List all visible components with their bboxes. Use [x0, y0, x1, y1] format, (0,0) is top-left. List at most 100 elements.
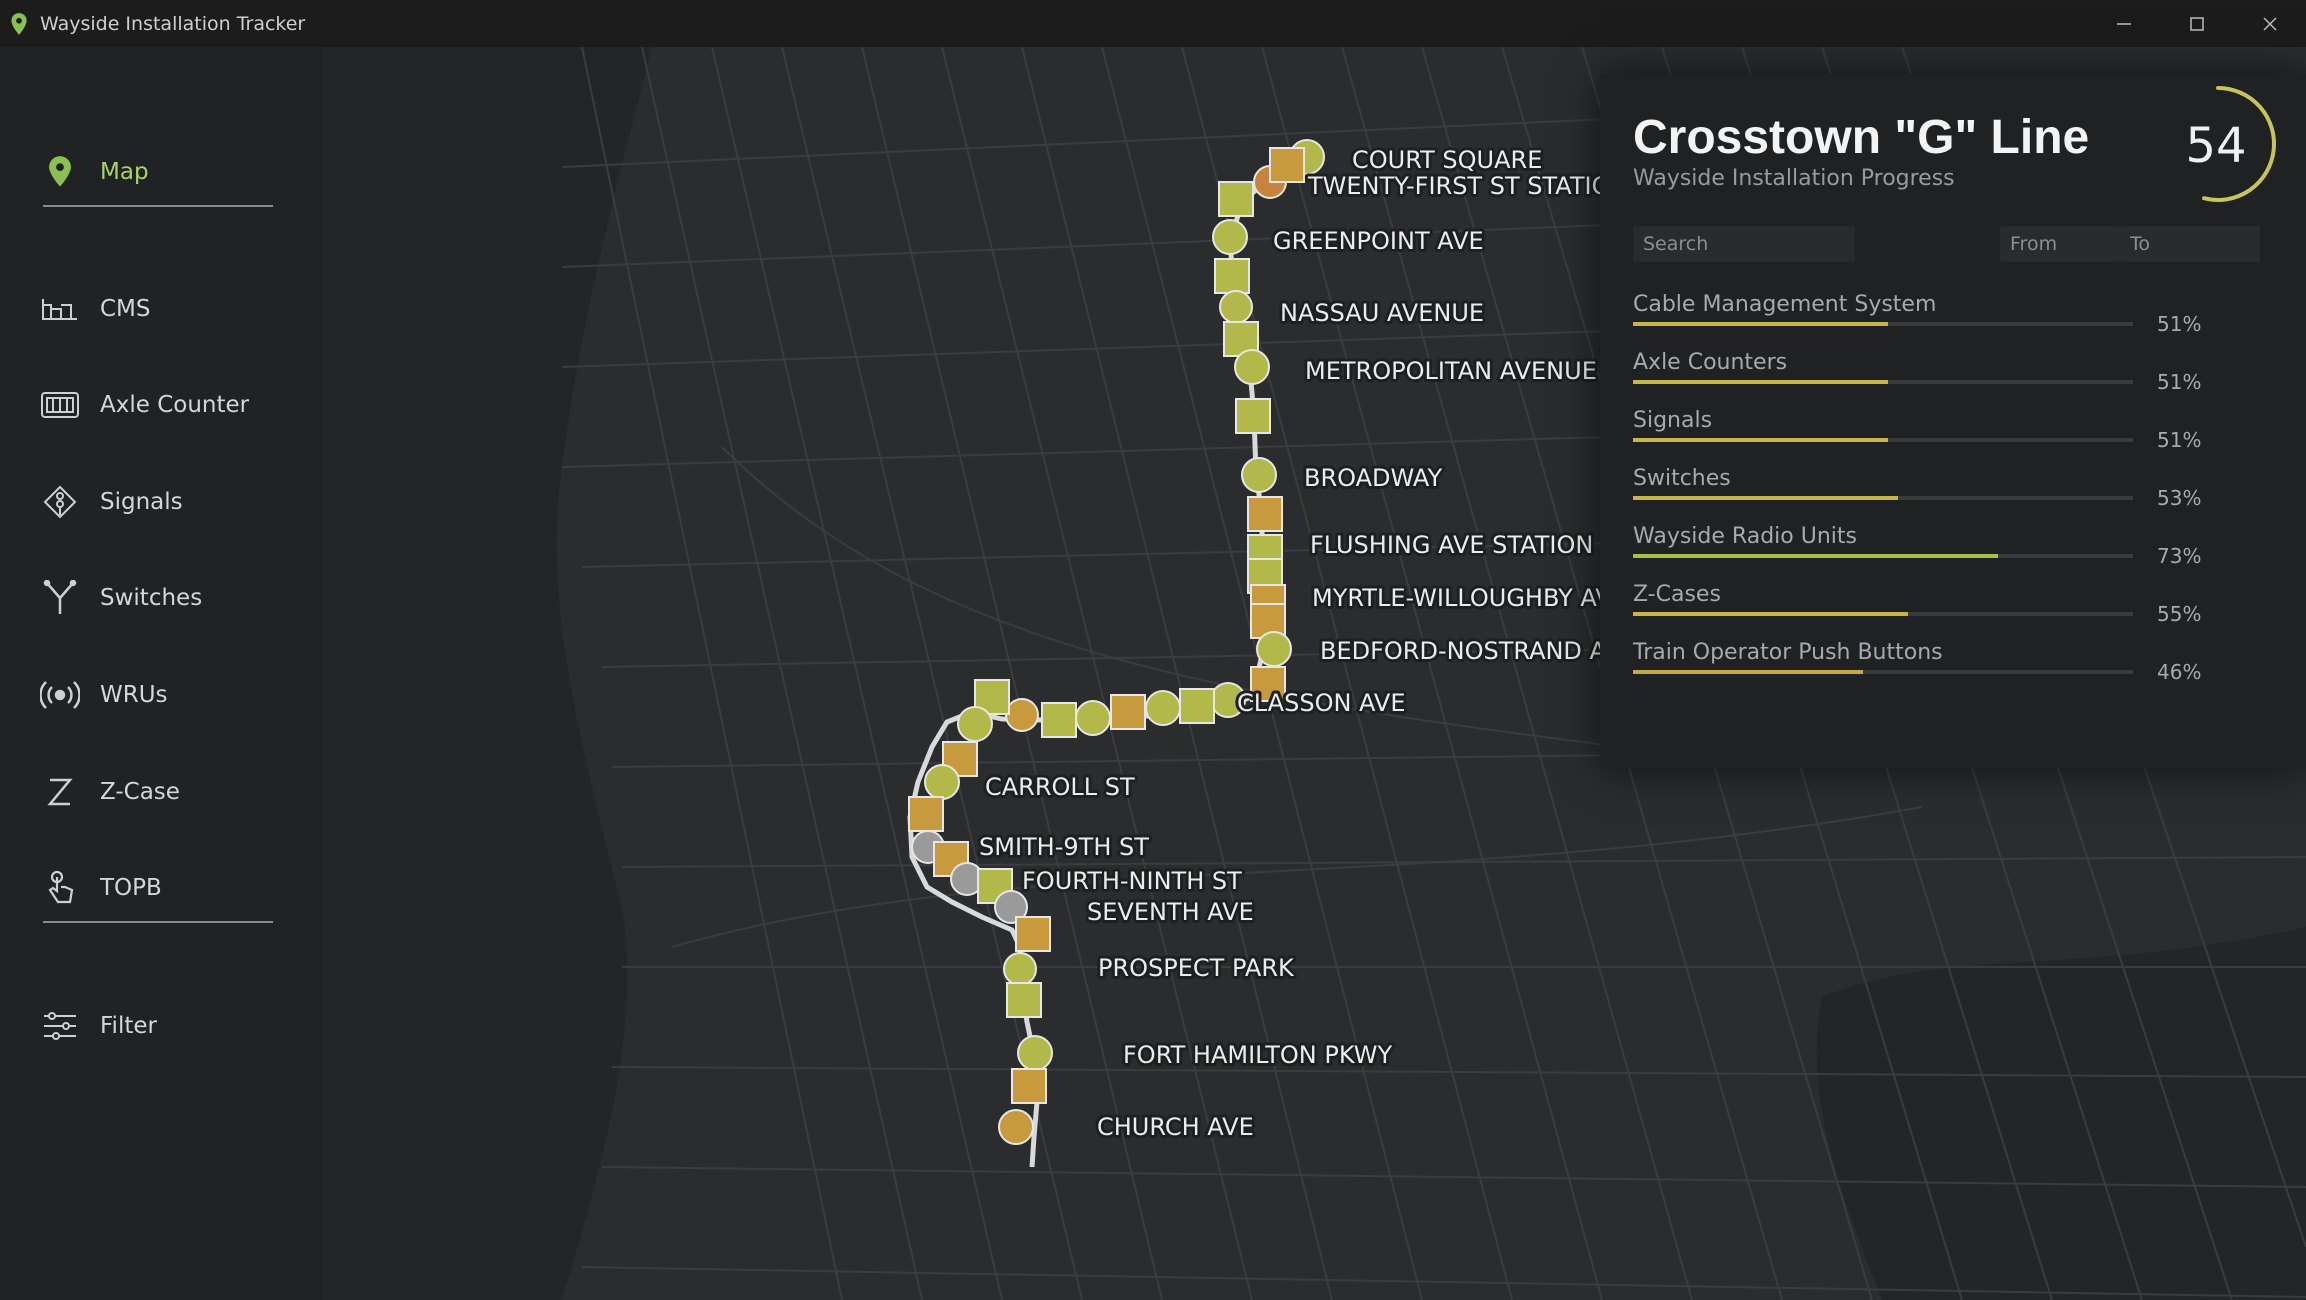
marker-circle[interactable] — [1145, 690, 1181, 726]
signal-icon — [38, 480, 82, 524]
marker-circle[interactable] — [1256, 631, 1292, 667]
marker-square[interactable] — [1218, 181, 1254, 217]
station-label[interactable]: FOURTH-NINTH ST — [1019, 864, 1245, 898]
station-label[interactable]: CHURCH AVE — [1094, 1110, 1257, 1144]
progress-bar-fill — [1633, 670, 1863, 674]
progress-percent: 73% — [2157, 544, 2202, 568]
station-label[interactable]: TWENTY-FIRST ST STATION — [1304, 169, 1631, 203]
progress-label: Train Operator Push Buttons — [1633, 640, 1943, 665]
station-label[interactable]: SEVENTH AVE — [1084, 895, 1257, 929]
marker-square[interactable] — [1110, 694, 1146, 730]
title-bar: Wayside Installation Tracker — [0, 0, 2306, 47]
station-label[interactable]: BEDFORD-NOSTRAND AVE — [1317, 634, 1639, 668]
marker-square[interactable] — [1015, 916, 1051, 952]
water-area — [1816, 927, 2306, 1300]
progress-track — [1633, 612, 2133, 616]
progress-row-topb[interactable]: Train Operator Push Buttons 46% — [1633, 640, 2273, 698]
close-button[interactable] — [2233, 0, 2306, 47]
sidebar-item-map[interactable]: Map — [38, 147, 298, 197]
sidebar-item-label: Map — [100, 159, 149, 185]
search-input[interactable] — [1633, 226, 1855, 262]
station-label[interactable]: CARROLL ST — [982, 770, 1138, 804]
marker-circle[interactable] — [1212, 219, 1248, 255]
marker-square[interactable] — [1214, 258, 1250, 294]
station-label[interactable]: METROPOLITAN AVENUE — [1302, 354, 1600, 388]
sidebar-item-label: Z-Case — [100, 779, 180, 805]
progress-row-wayside-radio-units[interactable]: Wayside Radio Units 73% — [1633, 524, 2273, 582]
station-label[interactable]: PROSPECT PARK — [1095, 951, 1298, 985]
marker-circle[interactable] — [998, 1109, 1034, 1145]
station-label[interactable]: NASSAU AVENUE — [1277, 296, 1487, 330]
progress-row-signals[interactable]: Signals 51% — [1633, 408, 2273, 466]
from-date-input[interactable] — [2000, 226, 2120, 262]
marker-circle[interactable] — [1003, 952, 1037, 986]
maximize-icon — [2189, 16, 2204, 31]
marker-circle[interactable] — [1075, 700, 1111, 736]
sidebar-item-switches[interactable]: Switches — [38, 573, 298, 623]
marker-square[interactable] — [908, 796, 944, 832]
marker-square[interactable] — [1269, 147, 1305, 183]
sidebar-item-signals[interactable]: Signals — [38, 477, 298, 527]
station-labels: COURT SQUARE TWENTY-FIRST ST STATION GRE… — [976, 143, 1639, 1144]
progress-percent: 53% — [2157, 486, 2202, 510]
window-title: Wayside Installation Tracker — [40, 12, 306, 35]
station-label[interactable]: COURT SQUARE — [1349, 143, 1545, 177]
sidebar-item-wrus[interactable]: WRUs — [38, 670, 298, 720]
sidebar-item-label: TOPB — [100, 875, 162, 901]
station-label[interactable]: SMITH-9TH ST — [976, 830, 1152, 864]
marker-square[interactable] — [1006, 982, 1042, 1018]
progress-bar-fill — [1633, 612, 1908, 616]
progress-row-switches[interactable]: Switches 53% — [1633, 466, 2273, 524]
sidebar-item-filter[interactable]: Filter — [38, 1001, 298, 1051]
station-label[interactable]: CLASSON AVE — [1234, 686, 1409, 720]
marker-square[interactable] — [1179, 688, 1215, 724]
sidebar-item-z-case[interactable]: Z-Case — [38, 767, 298, 817]
marker-circle[interactable] — [957, 706, 993, 742]
marker-circle[interactable] — [1234, 349, 1270, 385]
progress-row-axle-counters[interactable]: Axle Counters 51% — [1633, 350, 2273, 408]
marker-circle[interactable] — [924, 764, 960, 800]
minimize-button[interactable] — [2087, 0, 2160, 47]
progress-percent: 51% — [2157, 312, 2202, 336]
route-markers — [908, 139, 1325, 1145]
sidebar-item-label: Signals — [100, 489, 183, 515]
progress-row-cms[interactable]: Cable Management System 51% — [1633, 292, 2273, 350]
filter-sliders-icon — [38, 1004, 82, 1048]
water-area — [322, 47, 652, 1300]
marker-circle[interactable] — [1241, 457, 1277, 493]
progress-panel: Crosstown "G" Line Wayside Installation … — [1600, 74, 2306, 768]
marker-circle[interactable] — [1005, 698, 1039, 732]
progress-percent: 55% — [2157, 602, 2202, 626]
progress-row-z-cases[interactable]: Z-Cases 55% — [1633, 582, 2273, 640]
sidebar-item-topb[interactable]: TOPB — [38, 863, 298, 913]
progress-track — [1633, 438, 2133, 442]
marker-square[interactable] — [1011, 1068, 1047, 1104]
marker-circle[interactable] — [1219, 290, 1253, 324]
maximize-button[interactable] — [2160, 0, 2233, 47]
progress-track — [1633, 322, 2133, 326]
marker-circle[interactable] — [1017, 1035, 1053, 1071]
station-label[interactable]: MYRTLE-WILLOUGHBY AVE — [1309, 581, 1630, 615]
station-label[interactable]: FLUSHING AVE STATION — [1307, 528, 1596, 562]
progress-percent: 51% — [2157, 428, 2202, 452]
station-label[interactable]: BROADWAY — [1301, 461, 1445, 495]
sidebar-item-label: Switches — [100, 585, 203, 611]
station-label[interactable]: GREENPOINT AVE — [1270, 224, 1487, 258]
progress-percent: 51% — [2157, 370, 2202, 394]
z-case-icon — [38, 770, 82, 814]
sidebar-item-label: WRUs — [100, 682, 168, 708]
station-label[interactable]: FORT HAMILTON PKWY — [1120, 1038, 1395, 1072]
progress-bar-fill — [1633, 554, 1998, 558]
switch-icon — [38, 576, 82, 620]
panel-subtitle: Wayside Installation Progress — [1633, 166, 1955, 191]
marker-square[interactable] — [1235, 398, 1271, 434]
progress-track — [1633, 670, 2133, 674]
marker-square[interactable] — [1041, 702, 1077, 738]
marker-square[interactable] — [1247, 496, 1283, 532]
sidebar-item-cms[interactable]: CMS — [38, 284, 298, 334]
map-pin-icon — [11, 12, 27, 35]
progress-label: Z-Cases — [1633, 582, 1721, 607]
sidebar-item-axle-counter[interactable]: Axle Counter — [38, 380, 298, 430]
progress-bar-fill — [1633, 438, 1888, 442]
to-date-input[interactable] — [2120, 226, 2260, 262]
